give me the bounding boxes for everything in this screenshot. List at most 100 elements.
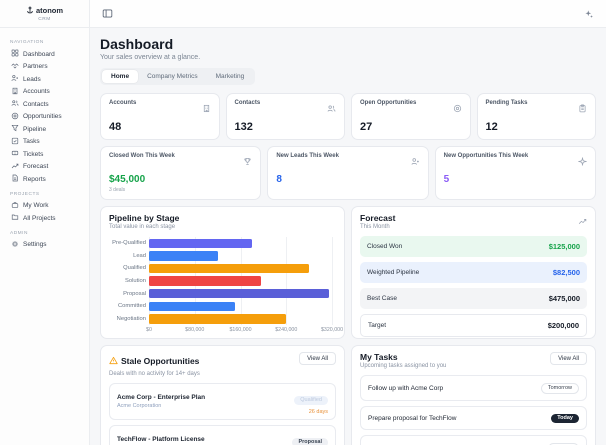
sidebar: atonom CRM Navigation Dashboard Partners… <box>0 0 90 445</box>
sidebar-item-label: My Work <box>23 202 49 210</box>
new-opportunities-week-card: New Opportunities This Week 5 <box>434 146 596 200</box>
chart-subtitle: Total value in each stage <box>109 224 176 230</box>
main-area: Dashboard Your sales overview at a glanc… <box>90 0 606 445</box>
forecast-row-closed-won: Closed Won $125,000 <box>360 236 587 257</box>
sidebar-item-leads[interactable]: Leads <box>8 73 81 86</box>
sidebar-item-tasks[interactable]: Tasks <box>8 136 81 149</box>
tab-marketing[interactable]: Marketing <box>207 70 254 83</box>
sidebar-item-reports[interactable]: Reports <box>8 173 81 186</box>
forecast-subtitle: This Month <box>360 224 390 230</box>
sidebar-item-tickets[interactable]: Tickets <box>8 148 81 161</box>
sidebar-item-label: Accounts <box>23 88 50 96</box>
sidebar-item-label: Contacts <box>23 100 49 108</box>
forecast-value: $200,000 <box>547 321 579 330</box>
sidebar-item-label: Settings <box>23 241 47 249</box>
gear-icon <box>11 240 19 250</box>
tasks-view-all-button[interactable]: View All <box>550 352 587 365</box>
pipeline-by-stage-card: Pipeline by Stage Total value in each st… <box>100 206 345 339</box>
deal-name: TechFlow - Platform License <box>117 436 205 443</box>
sidebar-item-label: Pipeline <box>23 125 47 133</box>
deal-name: Acme Corp - Enterprise Plan <box>117 394 206 401</box>
x-tick-label: $0 <box>146 327 152 334</box>
folder-icon <box>11 213 19 223</box>
building-icon <box>202 100 211 118</box>
stat-value: 27 <box>360 121 373 133</box>
target-icon <box>453 100 462 118</box>
trending-up-icon <box>578 213 587 231</box>
tab-company-metrics[interactable]: Company Metrics <box>138 70 207 83</box>
x-tick-label: $240,000 <box>275 327 298 334</box>
sidebar-item-accounts[interactable]: Accounts <box>8 86 81 99</box>
deal-company: Acme Corporation <box>117 403 162 409</box>
stat-label: Contacts <box>234 100 261 106</box>
forecast-label: Target <box>368 322 387 329</box>
forecast-value: $125,000 <box>548 242 580 251</box>
stat-label: New Opportunities This Week <box>443 153 529 159</box>
nav-section-label: Admin <box>10 230 28 236</box>
chart-bar-row: Negotiation <box>109 313 336 326</box>
x-tick-label: $320,000 <box>320 327 344 334</box>
stale-opportunities-card: Stale Opportunities Deals with no activi… <box>100 345 345 445</box>
stat-value: 5 <box>443 174 450 185</box>
user-plus-icon <box>11 74 19 84</box>
task-due-badge: Today <box>551 413 579 423</box>
task-item[interactable]: Prepare proposal for TechFlow Today <box>360 406 587 430</box>
forecast-label: Closed Won <box>367 243 403 250</box>
stale-deal-item[interactable]: TechFlow - Platform License TechFlow Sol… <box>109 425 336 445</box>
chart-category-label: Proposal <box>123 290 146 297</box>
page-title: Dashboard <box>100 36 174 52</box>
chart-category-label: Committed <box>117 303 146 310</box>
building-icon <box>11 87 19 97</box>
sidebar-item-label: Leads <box>23 75 41 83</box>
users-icon <box>11 99 19 109</box>
sidebar-item-my-work[interactable]: My Work <box>8 200 81 213</box>
sidebar-item-contacts[interactable]: Contacts <box>8 98 81 111</box>
sidebar-item-forecast[interactable]: Forecast <box>8 161 81 174</box>
sidebar-item-label: Reports <box>23 175 46 183</box>
task-item[interactable]: Follow up with Acme Corp Tomorrow <box>360 375 587 401</box>
logo-subtext: CRM <box>38 16 51 22</box>
sidebar-toggle-button[interactable] <box>100 7 114 21</box>
chart-bar-row: Solution <box>109 275 336 288</box>
chart-bar-row: Lead <box>109 250 336 263</box>
chart-bar <box>149 238 252 249</box>
chart-x-axis: $0 $80,000 $160,000 $240,000 $320,000 <box>146 325 343 334</box>
chart-category-label: Pre-Qualified <box>112 240 146 247</box>
sparkles-icon-button[interactable] <box>582 7 596 21</box>
tab-home[interactable]: Home <box>102 70 139 83</box>
stat-label: Accounts <box>109 100 137 106</box>
chart-title: Pipeline by Stage <box>109 213 180 223</box>
chart-category-label: Lead <box>133 252 146 259</box>
stat-card-contacts: Contacts 132 <box>225 93 345 140</box>
sidebar-item-label: Forecast <box>23 163 49 171</box>
forecast-card: Forecast This Month Closed Won $125,000 … <box>351 206 596 339</box>
sidebar-item-pipeline[interactable]: Pipeline <box>8 123 81 136</box>
chart-bar-row: Proposal <box>109 287 336 300</box>
stale-deal-item[interactable]: Acme Corp - Enterprise Plan Acme Corpora… <box>109 383 336 420</box>
dashboard-content: Dashboard Your sales overview at a glanc… <box>90 28 606 445</box>
chart-category-label: Qualified <box>123 265 146 272</box>
stat-value: 8 <box>276 174 282 185</box>
briefcase-icon <box>11 201 19 211</box>
app-logo: atonom CRM <box>0 0 89 28</box>
stage-badge: Proposal <box>292 437 328 445</box>
chart-bar-row: Pre-Qualified <box>109 237 336 250</box>
task-item[interactable]: Schedule demo with Horizon Labs Feb 25 <box>360 435 587 445</box>
sidebar-item-settings[interactable]: Settings <box>8 239 81 252</box>
sidebar-item-opportunities[interactable]: Opportunities <box>8 111 81 124</box>
sidebar-item-label: Partners <box>23 63 48 71</box>
stat-card-open-opportunities: Open Opportunities 27 <box>351 93 471 140</box>
chart-category-label: Solution <box>125 278 146 285</box>
chart-category-label: Negotiation <box>116 315 146 322</box>
sidebar-item-dashboard[interactable]: Dashboard <box>8 48 81 61</box>
sidebar-item-label: Tickets <box>23 150 44 158</box>
stat-cards-row: Accounts 48 Contacts 132 Open Opportunit… <box>100 93 596 140</box>
trend-icon <box>11 162 19 172</box>
sidebar-item-all-projects[interactable]: All Projects <box>8 212 81 225</box>
chart-bar-row: Committed <box>109 300 336 313</box>
dashboard-tabs: Home Company Metrics Marketing <box>100 68 256 85</box>
forecast-title: Forecast <box>360 213 396 223</box>
stale-view-all-button[interactable]: View All <box>299 352 336 365</box>
sidebar-item-partners[interactable]: Partners <box>8 61 81 74</box>
chart-bar <box>149 263 310 274</box>
